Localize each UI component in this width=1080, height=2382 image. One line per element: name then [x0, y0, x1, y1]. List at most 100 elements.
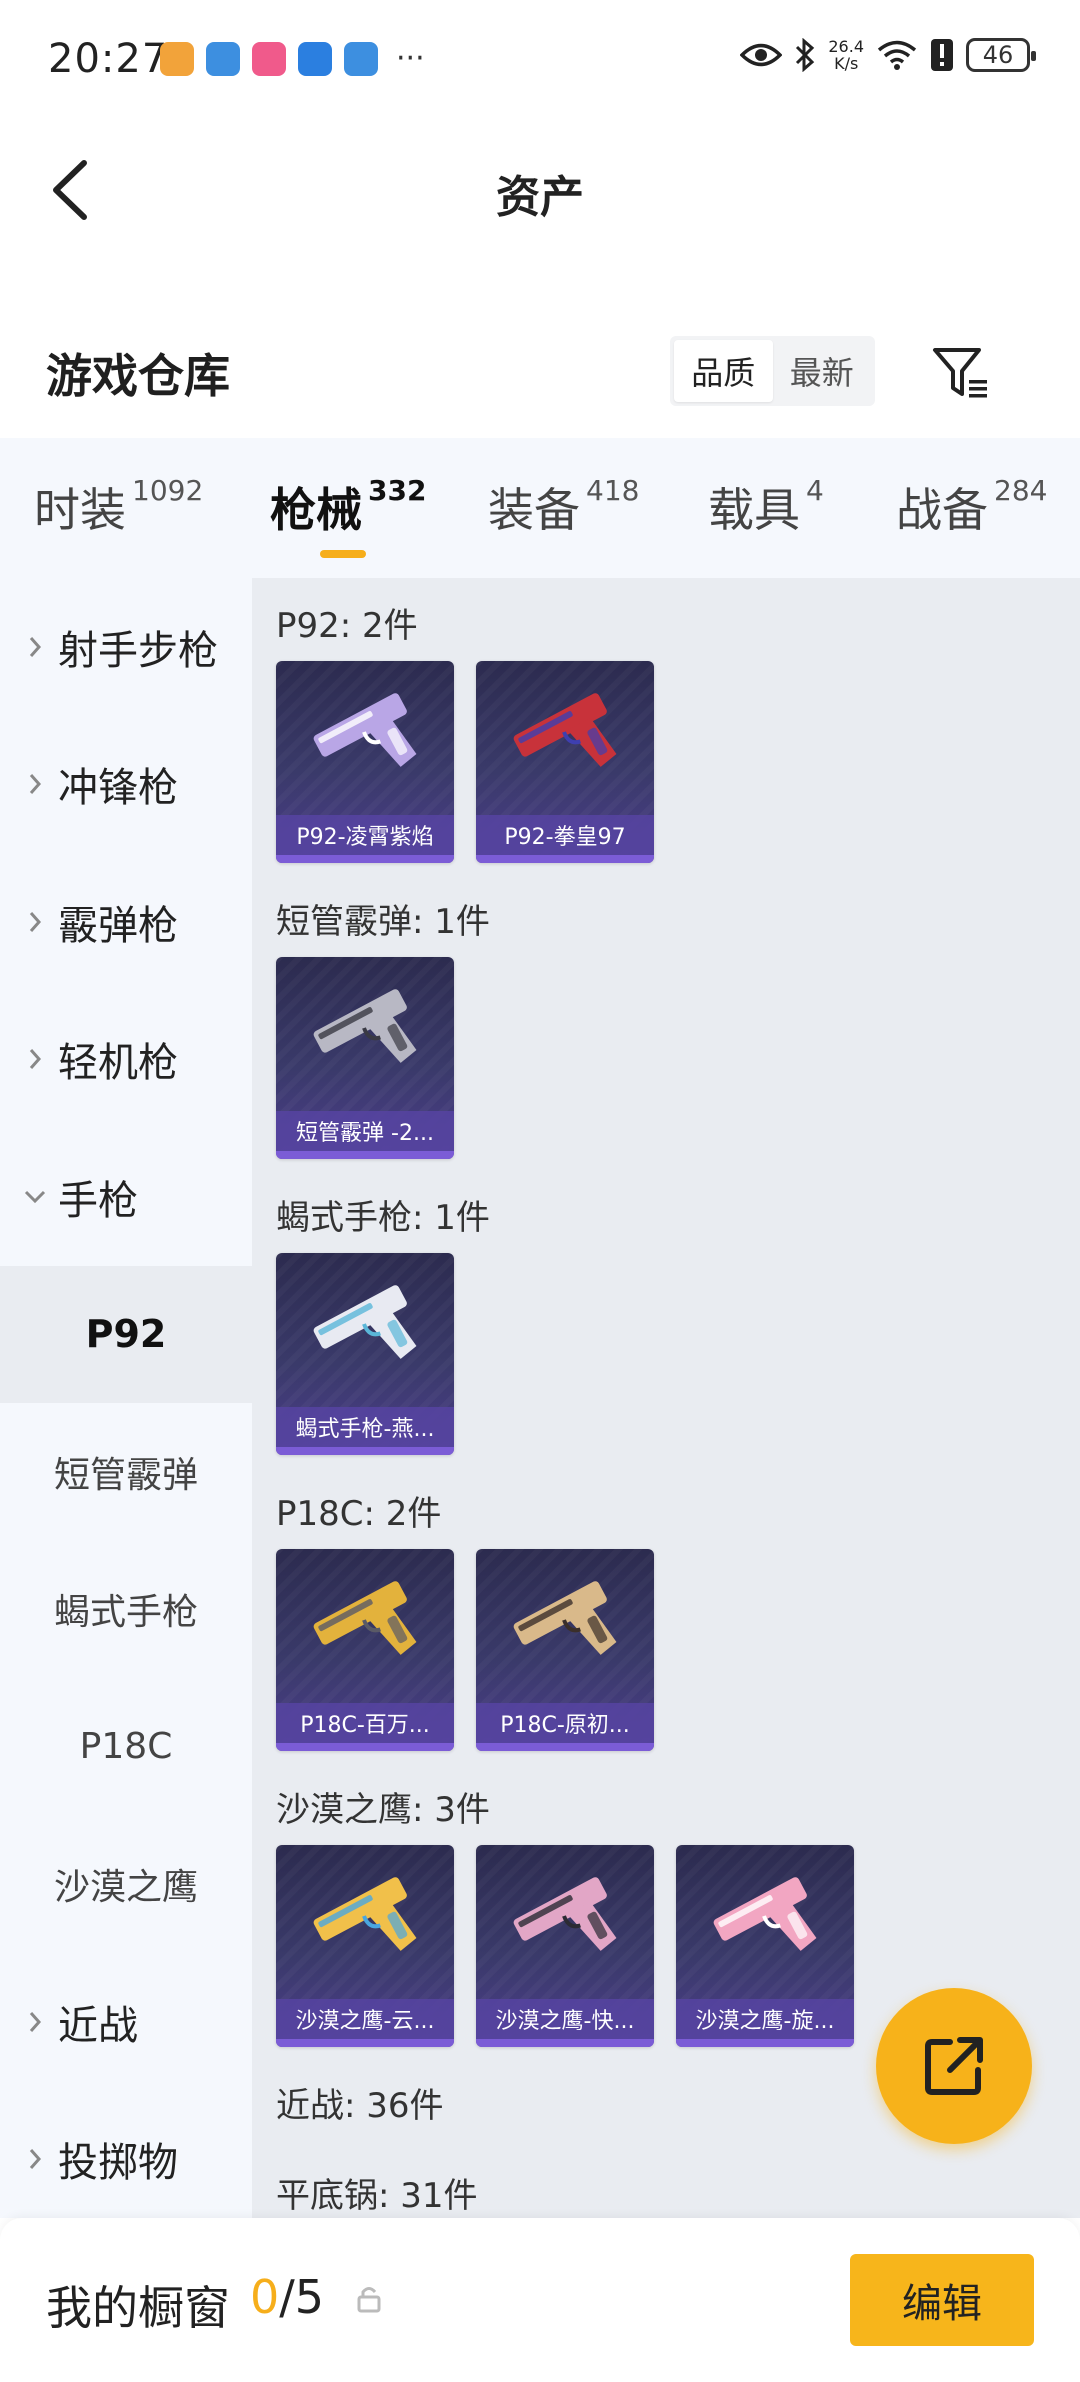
item-card[interactable]: 短管霰弹 -2... [276, 957, 454, 1159]
tab-4[interactable]: 战备 284 [896, 438, 1047, 578]
sidebar-subcategory[interactable]: P18C [0, 1678, 252, 1815]
asset-content: P92: 2件 P92-凌霄紫焰 P92-拳皇97 短管霰弹: 1件 短管霰弹 -2..… [252, 578, 1080, 2218]
rarity-bar [676, 2039, 854, 2047]
network-speed: 26.4 K/s [828, 38, 864, 72]
app-icon-1 [160, 42, 194, 76]
tab-3[interactable]: 载具 4 [708, 438, 824, 578]
sort-toggle: 品质 最新 [670, 336, 875, 406]
sidebar-category[interactable]: 轻机枪 [0, 991, 252, 1128]
group-title: 沙漠之鹰: 3件 [276, 1790, 490, 1830]
active-tab-indicator [320, 550, 366, 558]
status-time: 20:27 [48, 36, 169, 82]
sidebar-item-label: 蝎式手枪 [53, 1592, 198, 1633]
app-icon-3 [252, 42, 286, 76]
showcase-title: 我的橱窗 [46, 2281, 230, 2335]
share-fab[interactable] [876, 1988, 1032, 2144]
item-card[interactable]: P18C-原初... [476, 1549, 654, 1751]
group-title: 平底锅: 31件 [276, 2176, 478, 2216]
back-button[interactable] [40, 155, 100, 225]
sidebar-item-label: 轻机枪 [58, 1040, 178, 1086]
page: 20:27 ··· 26.4 K/s 46 资产 游戏仓库 品质 最新 时装 1… [0, 0, 1080, 2382]
gun-skin-image [276, 1549, 454, 1699]
section-header: 游戏仓库 品质 最新 [0, 320, 1080, 440]
battery-indicator: 46 [966, 38, 1036, 72]
rarity-bar [276, 1743, 454, 1751]
tab-label: 载具 [708, 483, 800, 537]
sidebar-item-label: P92 [85, 1312, 167, 1356]
sidebar-subcategory[interactable]: 蝎式手枪 [0, 1541, 252, 1678]
gun-skin-image [476, 1549, 654, 1699]
app-icon-5 [344, 42, 378, 76]
group-title: P18C: 2件 [276, 1494, 442, 1534]
filter-button[interactable] [926, 338, 996, 408]
group-title: P92: 2件 [276, 606, 418, 646]
page-title: 资产 [496, 172, 584, 223]
tab-label: 装备 [488, 483, 580, 537]
tab-count: 1092 [132, 474, 204, 507]
item-card[interactable]: 沙漠之鹰-快... [476, 1845, 654, 2047]
gun-skin-image [276, 1845, 454, 1995]
sidebar-category[interactable]: 霰弹枪 [0, 853, 252, 990]
item-name: 蝎式手枪-燕... [276, 1407, 454, 1447]
item-card[interactable]: P18C-百万... [276, 1549, 454, 1751]
item-name: 短管霰弹 -2... [276, 1111, 454, 1151]
sidebar-subcategory[interactable]: 沙漠之鹰 [0, 1816, 252, 1953]
gun-skin-image [476, 661, 654, 811]
network-speed-unit: K/s [834, 54, 859, 73]
eye-icon [740, 43, 783, 67]
rarity-bar [276, 855, 454, 863]
showcase-count: 0/5 [250, 2270, 324, 2324]
gun-skin-image [476, 1845, 654, 1995]
sidebar-item-label: 手枪 [58, 1177, 138, 1224]
chevron-right-icon [22, 635, 48, 659]
section-title: 游戏仓库 [46, 349, 230, 403]
item-name: P18C-原初... [476, 1703, 654, 1743]
bluetooth-app-icon [298, 42, 332, 76]
sidebar-item-label: P18C [79, 1726, 173, 1767]
sidebar-item-label: 冲锋枪 [58, 765, 178, 811]
gun-skin-image [276, 661, 454, 811]
tab-count: 4 [806, 474, 824, 507]
tab-label: 战备 [896, 483, 988, 537]
edit-button[interactable]: 编辑 [850, 2254, 1034, 2346]
item-card[interactable]: 沙漠之鹰-云... [276, 1845, 454, 2047]
item-card[interactable]: P92-拳皇97 [476, 661, 654, 863]
item-card[interactable]: P92-凌霄紫焰 [276, 661, 454, 863]
showcase-bar: 我的橱窗 0/5 编辑 [0, 2218, 1080, 2382]
sidebar-category[interactable]: 冲锋枪 [0, 716, 252, 853]
sidebar-category[interactable]: 手枪 [0, 1128, 252, 1265]
chevron-left-icon [53, 160, 87, 220]
group-title: 近战: 36件 [276, 2086, 444, 2126]
tab-count: 332 [368, 474, 427, 507]
external-link-icon [925, 2037, 983, 2095]
tab-0[interactable]: 时装 1092 [34, 438, 203, 578]
sidebar-category[interactable]: 近战 [0, 1953, 252, 2090]
sidebar-item-label: 射手步枪 [58, 627, 218, 674]
rarity-bar [476, 1743, 654, 1751]
filter-icon [933, 348, 987, 398]
tab-1[interactable]: 枪械 332 [270, 438, 426, 578]
item-card[interactable]: 蝎式手枪-燕... [276, 1253, 454, 1455]
chevron-right-icon [22, 772, 48, 796]
item-name: P92-凌霄紫焰 [276, 815, 454, 855]
sidebar-item-label: 霰弹枪 [58, 902, 178, 949]
sort-option-newest[interactable]: 最新 [773, 340, 872, 402]
tab-count: 284 [994, 474, 1048, 507]
rarity-bar [276, 2039, 454, 2047]
sidebar-subcategory[interactable]: 短管霰弹 [0, 1403, 252, 1540]
status-bar: 20:27 ··· 26.4 K/s 46 [0, 0, 1080, 125]
item-name: P18C-百万... [276, 1703, 454, 1743]
sort-option-quality[interactable]: 品质 [674, 340, 773, 402]
tab-2[interactable]: 装备 418 [488, 438, 639, 578]
item-name: 沙漠之鹰-快... [476, 1999, 654, 2039]
sidebar-category[interactable]: 射手步枪 [0, 578, 252, 715]
sidebar-item-label: 近战 [58, 2002, 138, 2049]
status-right: 26.4 K/s 46 [740, 38, 1036, 72]
app-icon-2 [206, 42, 240, 76]
sidebar-category[interactable]: 投掷物 [0, 2091, 252, 2228]
sidebar-subcategory[interactable]: P92 [0, 1265, 252, 1403]
rarity-bar [276, 1447, 454, 1455]
alert-icon [931, 39, 953, 71]
item-card[interactable]: 沙漠之鹰-旋... [676, 1845, 854, 2047]
bluetooth-icon [796, 38, 815, 72]
